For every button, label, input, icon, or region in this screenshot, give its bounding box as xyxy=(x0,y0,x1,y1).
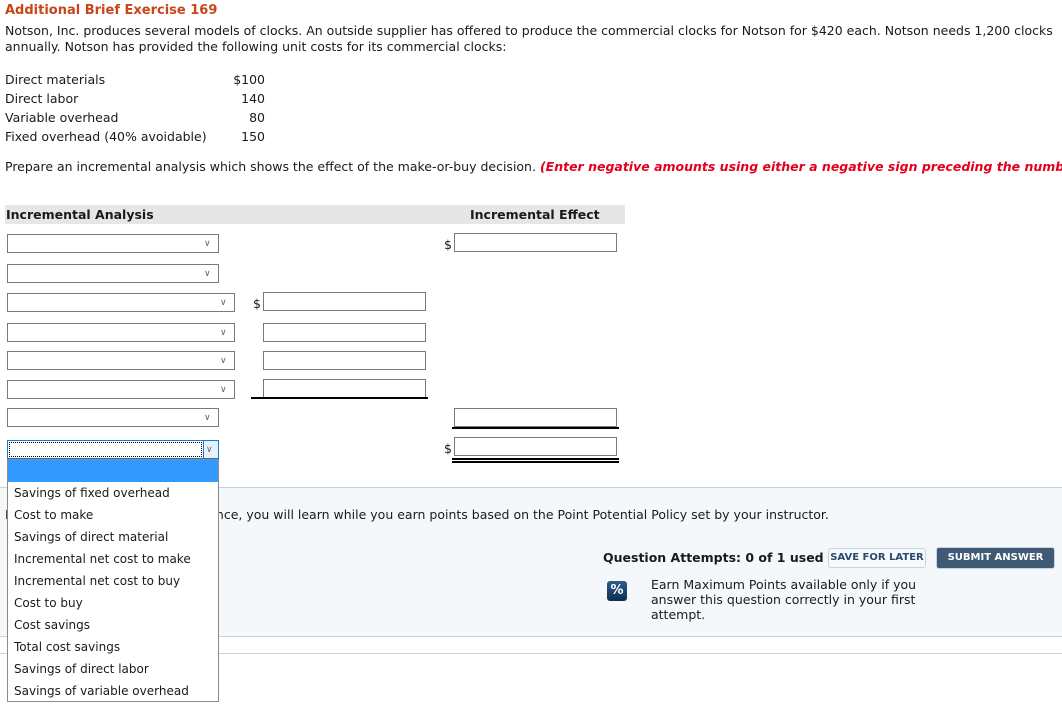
amount-input-4[interactable] xyxy=(263,379,426,398)
dropdown-option[interactable]: Cost to make xyxy=(8,504,218,526)
dropdown-option[interactable]: Savings of fixed overhead xyxy=(8,482,218,504)
analysis-select-7[interactable]: ∨ xyxy=(7,408,219,427)
instructions-note: (Enter negative amounts using either a n… xyxy=(539,159,1062,174)
effect-input-1[interactable] xyxy=(454,233,617,252)
currency-symbol: $ xyxy=(444,237,452,252)
dropdown-option[interactable]: Savings of direct material xyxy=(8,526,218,548)
dropdown-option[interactable]: Total cost savings xyxy=(8,636,218,658)
total-double-underline xyxy=(452,458,619,463)
cost-row: Fixed overhead (40% avoidable) 150 xyxy=(5,127,265,146)
chevron-down-icon: ∨ xyxy=(220,385,227,395)
chevron-down-icon: ∨ xyxy=(204,239,211,249)
chevron-down-icon: ∨ xyxy=(220,356,227,366)
amount-input-2[interactable] xyxy=(263,323,426,342)
subtotal-underline xyxy=(251,397,428,399)
analysis-select-8[interactable]: ∨ xyxy=(7,440,219,459)
unit-costs-table: Direct materials $100 Direct labor 140 Var… xyxy=(5,70,265,146)
chevron-down-icon: ∨ xyxy=(204,269,211,279)
cost-value: $100 xyxy=(233,72,265,87)
percent-icon: % xyxy=(607,581,627,601)
cost-row: Direct labor 140 xyxy=(5,89,265,108)
analysis-select-3[interactable]: ∨ xyxy=(7,293,235,312)
dropdown-button[interactable]: ∨ xyxy=(203,441,218,458)
currency-symbol: $ xyxy=(253,296,261,311)
analysis-select-2[interactable]: ∨ xyxy=(7,264,219,283)
chevron-down-icon: ∨ xyxy=(204,413,211,423)
save-for-later-button[interactable]: SAVE FOR LATER xyxy=(828,548,926,568)
dropdown-option[interactable]: Cost to buy xyxy=(8,592,218,614)
dropdown-option[interactable]: Savings of direct labor xyxy=(8,658,218,680)
dropdown-option[interactable]: Savings of variable overhead xyxy=(8,680,218,702)
cost-row: Direct materials $100 xyxy=(5,70,265,89)
header-incremental-analysis: Incremental Analysis xyxy=(6,207,154,222)
instructions: Prepare an incremental analysis which sh… xyxy=(5,159,1062,175)
dropdown-list[interactable]: Savings of fixed overhead Cost to make S… xyxy=(7,459,219,702)
amount-input-3[interactable] xyxy=(263,351,426,370)
dropdown-option[interactable]: Cost savings xyxy=(8,614,218,636)
exercise-title: Additional Brief Exercise 169 xyxy=(5,3,218,18)
question-attempts: Question Attempts: 0 of 1 used xyxy=(603,550,824,565)
cost-label: Fixed overhead (40% avoidable) xyxy=(5,129,207,144)
dropdown-option[interactable]: Incremental net cost to make xyxy=(8,548,218,570)
effect-input-2[interactable] xyxy=(454,408,617,427)
chevron-down-icon: ∨ xyxy=(206,445,213,455)
chevron-down-icon: ∨ xyxy=(220,328,227,338)
submit-answer-button[interactable]: SUBMIT ANSWER xyxy=(936,547,1055,569)
instructions-text: Prepare an incremental analysis which sh… xyxy=(5,159,536,174)
cost-value: 140 xyxy=(241,91,265,106)
cost-label: Direct labor xyxy=(5,91,79,106)
analysis-select-6[interactable]: ∨ xyxy=(7,380,235,399)
amount-input-1[interactable] xyxy=(263,292,426,311)
effect-input-total[interactable] xyxy=(454,437,617,456)
problem-statement: Notson, Inc. produces several models of … xyxy=(5,23,1053,54)
analysis-select-4[interactable]: ∨ xyxy=(7,323,235,342)
table-header: Incremental Analysis Incremental Effect xyxy=(5,205,625,224)
cost-label: Direct materials xyxy=(5,72,106,87)
focus-ring xyxy=(9,442,202,457)
subtotal-underline xyxy=(452,427,619,429)
chevron-down-icon: ∨ xyxy=(220,298,227,308)
dropdown-option[interactable]: Incremental net cost to buy xyxy=(8,570,218,592)
header-incremental-effect: Incremental Effect xyxy=(470,207,600,222)
currency-symbol: $ xyxy=(444,441,452,456)
analysis-select-1[interactable]: ∨ xyxy=(7,234,219,253)
cost-row: Variable overhead 80 xyxy=(5,108,265,127)
analysis-select-5[interactable]: ∨ xyxy=(7,351,235,370)
earn-max-points-text: Earn Maximum Points available only if yo… xyxy=(651,577,917,622)
dropdown-option-blank[interactable] xyxy=(8,460,218,482)
cost-value: 150 xyxy=(241,129,265,144)
cost-label: Variable overhead xyxy=(5,110,119,125)
cost-value: 80 xyxy=(249,110,265,125)
info-text: nce, you will learn while you earn point… xyxy=(215,507,829,522)
